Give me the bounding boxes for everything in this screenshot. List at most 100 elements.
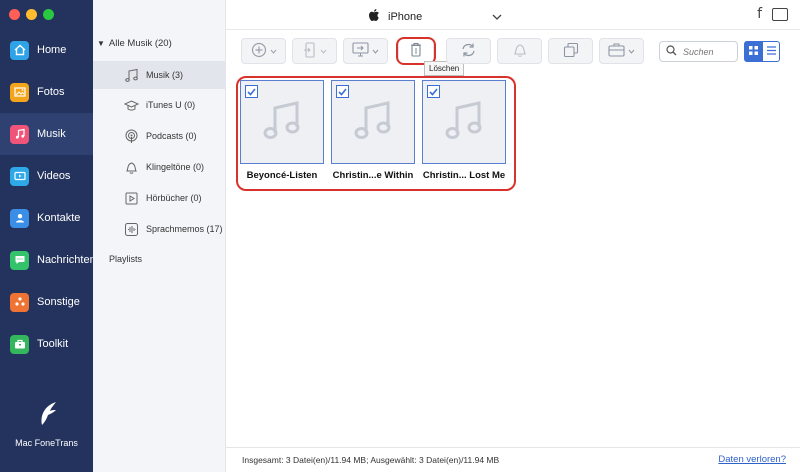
- toolkit-icon: [10, 334, 29, 354]
- minimize-window-button[interactable]: [26, 9, 37, 20]
- category-header-label: Alle Musik (20): [108, 38, 172, 49]
- ringtone-maker-button[interactable]: [497, 38, 542, 64]
- list-view-button[interactable]: [762, 41, 780, 62]
- status-bar: Insgesamt: 3 Datei(en)/11.94 MB; Ausgewä…: [226, 447, 800, 472]
- triangle-down-icon: ▼: [97, 39, 105, 48]
- category-item-ringtones[interactable]: Klingeltöne (0): [93, 153, 226, 181]
- add-button[interactable]: [241, 38, 286, 64]
- sidebar-item-home[interactable]: Home: [0, 29, 93, 71]
- sidebar-item-toolkit[interactable]: Toolkit: [0, 323, 93, 365]
- podcast-icon: [123, 128, 139, 144]
- sidebar-item-label: Fotos: [37, 86, 65, 98]
- home-icon: [10, 40, 29, 60]
- category-panel: ▼ Alle Musik (20) Musik (3) iTunes U (0)…: [93, 0, 226, 472]
- facebook-icon[interactable]: f: [757, 6, 762, 22]
- sidebar-item-label: Home: [37, 44, 67, 56]
- category-item-label: Hörbücher (0): [146, 193, 202, 203]
- status-summary: Insgesamt: 3 Datei(en)/11.94 MB; Ausgewä…: [242, 455, 500, 465]
- copy-button[interactable]: [548, 38, 593, 64]
- category-item-label: iTunes U (0): [146, 100, 196, 110]
- sidebar-item-label: Musik: [37, 128, 66, 140]
- category-item-podcasts[interactable]: Podcasts (0): [93, 122, 226, 150]
- sidebar-item-others[interactable]: Sonstige: [0, 281, 93, 323]
- chevron-down-icon: [628, 45, 635, 57]
- category-item-itunes-u[interactable]: iTunes U (0): [93, 91, 226, 119]
- song-tile[interactable]: Beyoncé-Listen: [240, 80, 324, 181]
- sidebar-item-label: Nachrichten: [37, 254, 96, 266]
- sidebar-item-label: Kontakte: [37, 212, 81, 224]
- playlists-header[interactable]: Playlists: [109, 254, 142, 264]
- category-item-label: Sprachmemos (17): [146, 224, 223, 234]
- song-thumbnail: [240, 80, 324, 164]
- list-icon: [766, 45, 776, 58]
- song-tile[interactable]: Christin...e Within: [331, 80, 415, 181]
- audiobook-icon: [123, 190, 139, 206]
- search-input[interactable]: [683, 46, 735, 57]
- message-icon[interactable]: [772, 8, 788, 21]
- briefcase-icon: [608, 42, 625, 60]
- song-title: Christin... Lost Me: [422, 170, 506, 181]
- sidebar-item-label: Sonstige: [37, 296, 80, 308]
- song-tile[interactable]: Christin... Lost Me: [422, 80, 506, 181]
- phone-transfer-icon: [303, 41, 317, 61]
- data-lost-link[interactable]: Daten verloren?: [718, 454, 786, 465]
- toolbox-button[interactable]: [599, 38, 644, 64]
- category-item-music[interactable]: Musik (3): [93, 61, 226, 89]
- window-controls: [9, 9, 54, 20]
- song-thumbnail: [422, 80, 506, 164]
- apple-icon: [368, 8, 380, 25]
- category-all-music[interactable]: ▼ Alle Musik (20): [97, 38, 172, 49]
- monitor-icon: [352, 42, 369, 60]
- contacts-icon: [10, 208, 29, 228]
- search-box[interactable]: [659, 41, 738, 62]
- duplicate-icon: [563, 42, 579, 61]
- sidebar-item-music[interactable]: Musik: [0, 113, 93, 155]
- sync-button[interactable]: [446, 38, 491, 64]
- music-note-placeholder-icon: [442, 99, 486, 146]
- video-icon: [10, 166, 29, 186]
- title-bar: iPhone f: [226, 0, 800, 30]
- song-thumbnail: [331, 80, 415, 164]
- grid-view-button[interactable]: [744, 41, 762, 62]
- photos-icon: [10, 82, 29, 102]
- fonetrans-logo-icon: [32, 398, 62, 428]
- main-sidebar: Home Fotos Musik Videos Kontakte Nachric…: [0, 0, 96, 472]
- category-item-label: Klingeltöne (0): [146, 162, 205, 172]
- device-selector[interactable]: iPhone: [368, 8, 502, 25]
- category-item-label: Musik (3): [146, 70, 184, 80]
- song-checkbox[interactable]: [336, 85, 349, 98]
- category-item-label: Podcasts (0): [146, 131, 197, 141]
- sidebar-item-contacts[interactable]: Kontakte: [0, 197, 93, 239]
- music-note-placeholder-icon: [351, 99, 395, 146]
- song-checkbox[interactable]: [427, 85, 440, 98]
- grid-icon: [748, 45, 758, 58]
- voice-memo-icon: [123, 221, 139, 237]
- bell-icon: [513, 42, 527, 61]
- sidebar-item-label: Toolkit: [37, 338, 69, 350]
- category-item-voice-memos[interactable]: Sprachmemos (17): [93, 215, 226, 243]
- zoom-window-button[interactable]: [43, 9, 54, 20]
- chevron-down-icon: [320, 45, 327, 57]
- song-title: Beyoncé-Listen: [246, 170, 318, 181]
- sidebar-item-label: Videos: [37, 170, 71, 182]
- others-icon: [10, 292, 29, 312]
- export-to-pc-button[interactable]: [343, 38, 388, 64]
- chevron-down-icon: [372, 45, 379, 57]
- messages-icon: [10, 250, 29, 270]
- brand: Mac FoneTrans: [0, 398, 93, 448]
- song-checkbox[interactable]: [245, 85, 258, 98]
- refresh-icon: [460, 42, 477, 61]
- sidebar-item-messages[interactable]: Nachrichten: [0, 239, 96, 281]
- music-icon: [10, 124, 29, 144]
- chevron-down-icon: [492, 11, 502, 23]
- brand-name: Mac FoneTrans: [15, 438, 78, 448]
- category-item-audiobooks[interactable]: Hörbücher (0): [93, 184, 226, 212]
- close-window-button[interactable]: [9, 9, 20, 20]
- sidebar-item-photos[interactable]: Fotos: [0, 71, 93, 113]
- export-to-device-button[interactable]: [292, 38, 337, 64]
- graduation-cap-icon: [123, 97, 139, 113]
- bell-icon: [123, 159, 139, 175]
- search-icon: [666, 44, 677, 59]
- sidebar-item-videos[interactable]: Videos: [0, 155, 93, 197]
- plus-circle-icon: [251, 42, 267, 61]
